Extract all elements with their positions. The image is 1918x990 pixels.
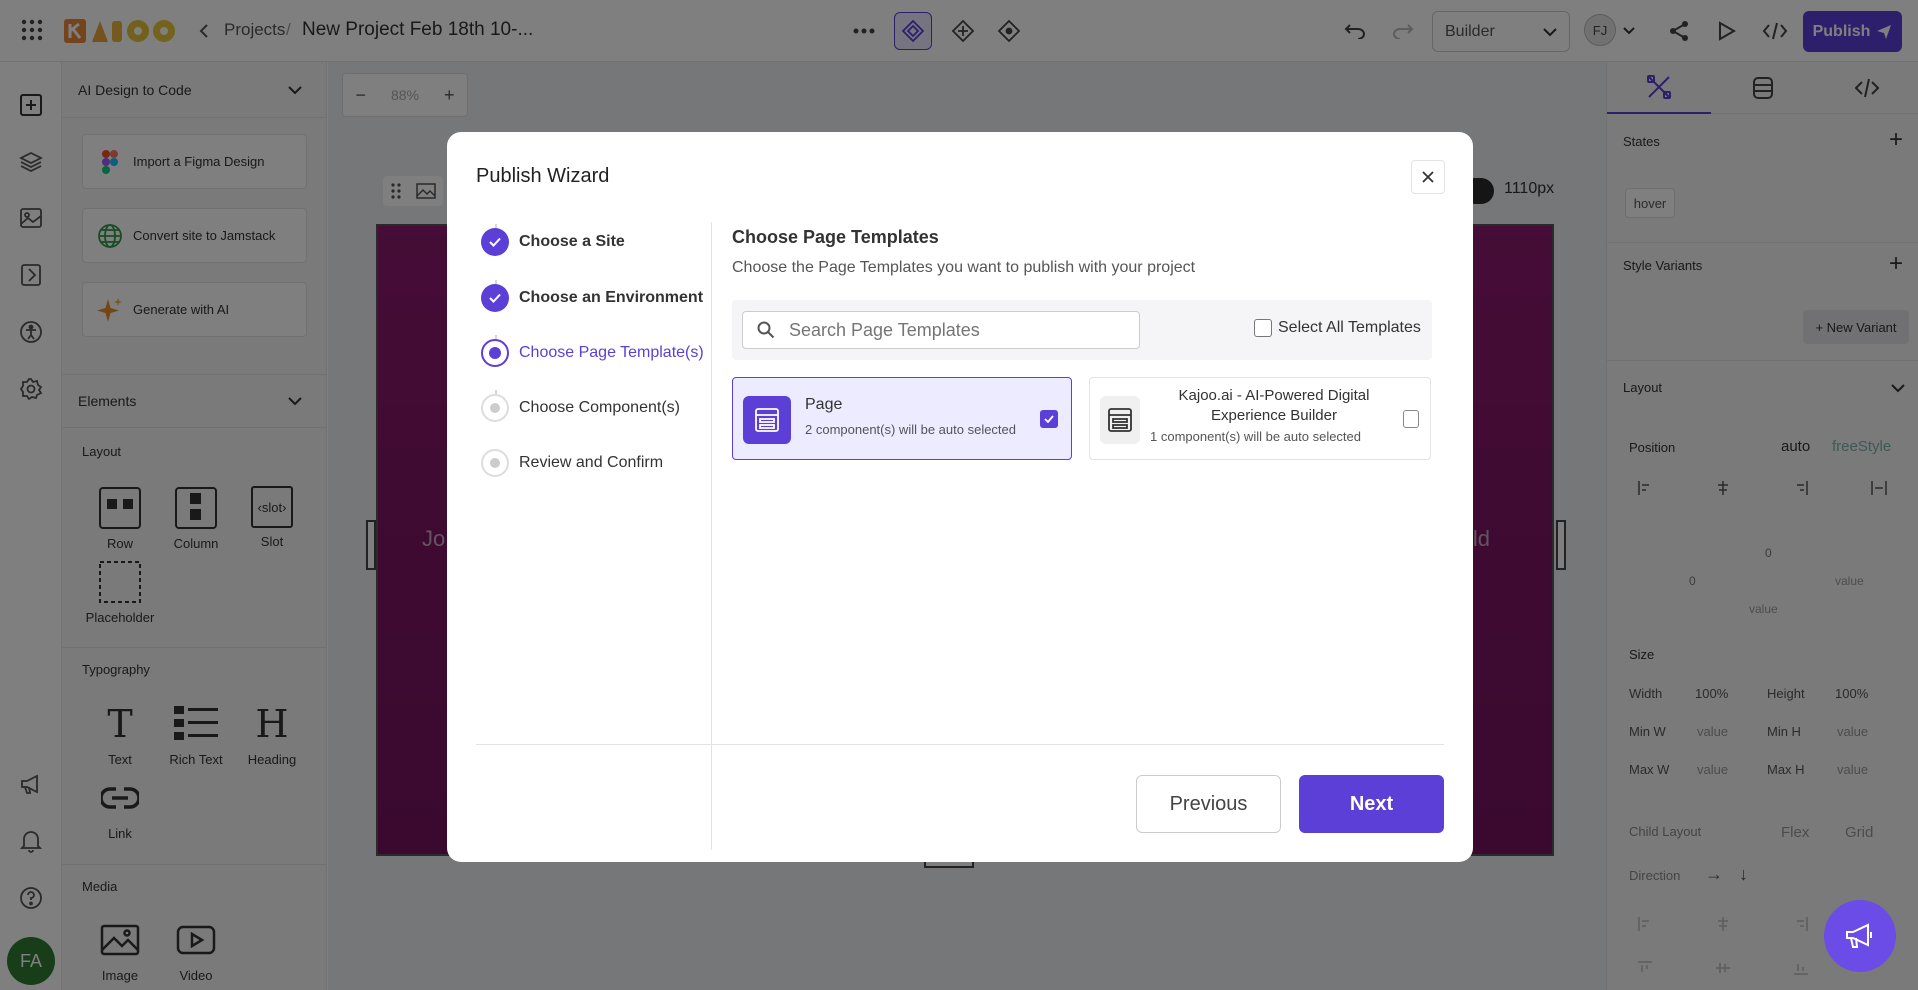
step-choose-environment[interactable]: Choose an Environment — [481, 284, 703, 312]
step-label: Choose an Environment — [519, 289, 704, 306]
template-icon — [1100, 396, 1140, 444]
close-icon — [1422, 171, 1434, 183]
check-icon — [1044, 415, 1054, 423]
step-choose-components[interactable]: Choose Component(s) — [481, 394, 680, 422]
template-checkbox[interactable] — [1403, 410, 1419, 428]
pending-step-icon — [481, 449, 509, 477]
template-card-page[interactable]: Page 2 component(s) will be auto selecte… — [732, 377, 1072, 460]
section-subtitle: Choose the Page Templates you want to pu… — [732, 259, 1196, 276]
template-name: Kajoo.ai - AI-Powered Digital Experience… — [1178, 387, 1370, 424]
template-icon — [743, 396, 791, 444]
step-label: Review and Confirm — [519, 454, 664, 471]
step-label: Choose Page Template(s) — [519, 344, 704, 361]
search-bar-row: Select All Templates — [732, 300, 1432, 360]
search-input[interactable] — [789, 319, 1129, 341]
announcements-fab[interactable] — [1824, 900, 1896, 972]
section-title: Choose Page Templates — [732, 227, 939, 247]
step-review-confirm[interactable]: Review and Confirm — [481, 449, 663, 477]
step-choose-site[interactable]: Choose a Site — [481, 228, 625, 256]
previous-button[interactable]: Previous — [1136, 775, 1281, 833]
step-choose-page-templates[interactable]: Choose Page Template(s) — [481, 339, 704, 367]
publish-wizard-dialog: Publish Wizard Choose a Site Choose an E… — [447, 132, 1473, 862]
footer-divider — [476, 744, 1444, 745]
next-button[interactable]: Next — [1299, 775, 1444, 833]
check-icon — [481, 284, 509, 312]
search-icon — [757, 321, 775, 339]
step-label: Choose a Site — [519, 233, 625, 250]
select-all-label: Select All Templates — [1278, 319, 1421, 336]
modal-title: Publish Wizard — [476, 165, 610, 187]
megaphone-icon — [1846, 923, 1872, 948]
active-step-icon — [481, 339, 509, 367]
step-label: Choose Component(s) — [519, 399, 680, 416]
template-name: Page — [805, 396, 843, 413]
check-icon — [481, 228, 509, 256]
vertical-divider — [711, 222, 712, 850]
template-checkbox-checked[interactable] — [1040, 410, 1058, 428]
template-sub: 2 component(s) will be auto selected — [805, 422, 1017, 437]
close-button[interactable] — [1411, 160, 1445, 194]
template-card-kajoo[interactable]: Kajoo.ai - AI-Powered Digital Experience… — [1089, 377, 1431, 460]
select-all-toggle[interactable]: Select All Templates — [1254, 319, 1421, 337]
select-all-checkbox[interactable] — [1254, 319, 1272, 337]
template-sub: 1 component(s) will be auto selected — [1150, 429, 1362, 444]
pending-step-icon — [481, 394, 509, 422]
search-field[interactable] — [742, 311, 1140, 349]
